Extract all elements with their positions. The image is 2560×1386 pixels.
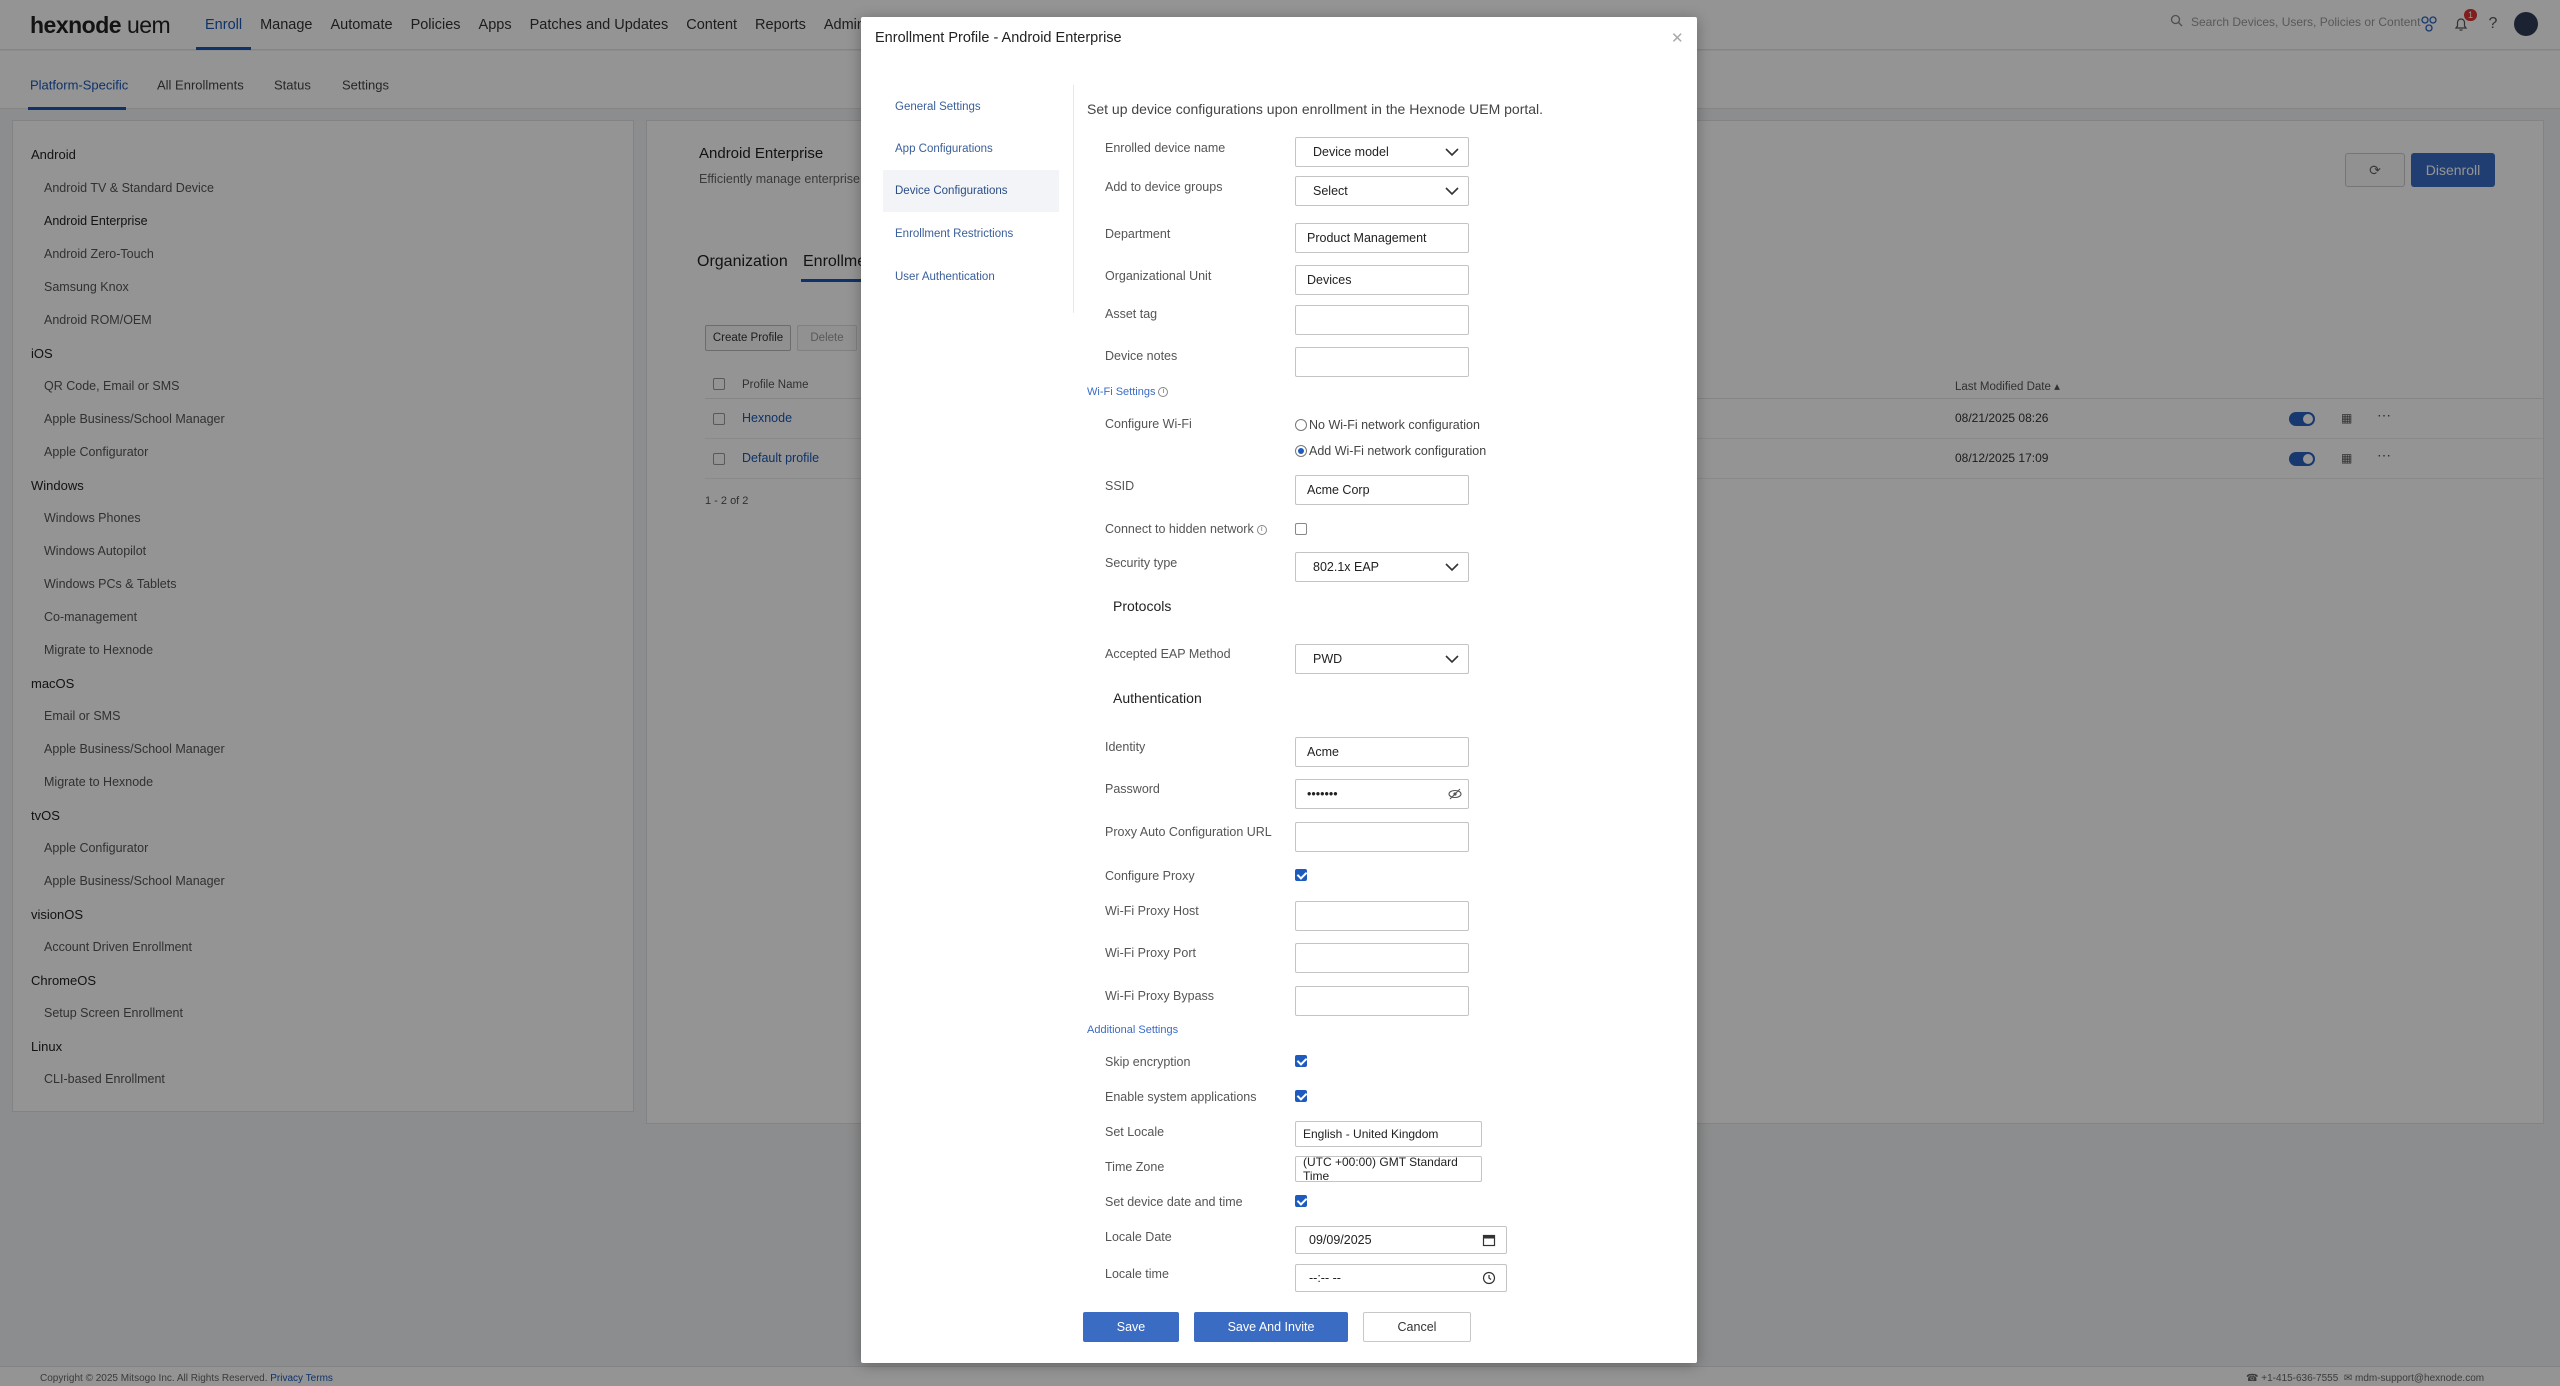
skip-encryption-checkbox[interactable]	[1295, 1055, 1307, 1067]
show-password-icon[interactable]	[1448, 787, 1462, 804]
enrolled-device-name-select[interactable]: Device model	[1295, 137, 1469, 167]
ssid-label: SSID	[1105, 479, 1135, 493]
add-wifi-radio-label[interactable]: Add Wi-Fi network configuration	[1309, 444, 1486, 458]
locale-time-label: Locale time	[1105, 1267, 1169, 1281]
wifi-settings-heading: Wi-Fi Settings i	[1087, 386, 1169, 398]
device-groups-label: Add to device groups	[1105, 180, 1223, 194]
set-datetime-label: Set device date and time	[1105, 1195, 1243, 1209]
info-icon[interactable]: i	[1256, 524, 1267, 535]
time-zone-label: Time Zone	[1105, 1160, 1165, 1174]
close-icon[interactable]: ✕	[1671, 29, 1684, 47]
proxy-host-field[interactable]	[1295, 901, 1469, 931]
chevron-down-icon	[1444, 559, 1460, 578]
proxy-bypass-label: Wi-Fi Proxy Bypass	[1105, 989, 1215, 1003]
protocols-heading: Protocols	[1113, 598, 1172, 614]
security-type-label: Security type	[1105, 556, 1178, 570]
identity-label: Identity	[1105, 740, 1146, 754]
identity-field[interactable]: Acme	[1295, 737, 1469, 767]
info-icon[interactable]: i	[1158, 387, 1169, 398]
enrolled-device-name-label: Enrolled device name	[1105, 141, 1226, 155]
enrollment-profile-modal: Enrollment Profile - Android Enterprise …	[861, 17, 1697, 1363]
configure-proxy-checkbox[interactable]	[1295, 869, 1307, 881]
chevron-down-icon	[1444, 651, 1460, 670]
locale-date-label: Locale Date	[1105, 1230, 1172, 1244]
locale-date-field[interactable]: 09/09/2025	[1295, 1226, 1507, 1254]
skip-encryption-label: Skip encryption	[1105, 1055, 1191, 1069]
organizational-unit-field[interactable]: Devices	[1295, 265, 1469, 295]
authentication-heading: Authentication	[1113, 690, 1202, 706]
eap-method-label: Accepted EAP Method	[1105, 647, 1231, 661]
password-label: Password	[1105, 782, 1160, 796]
hidden-network-label: Connect to hidden network i	[1105, 522, 1267, 536]
eap-method-select[interactable]: PWD	[1295, 644, 1469, 674]
modal-nav-general-settings[interactable]: General Settings	[883, 86, 1059, 128]
system-apps-checkbox[interactable]	[1295, 1090, 1307, 1102]
device-notes-label: Device notes	[1105, 349, 1178, 363]
chevron-down-icon	[1444, 183, 1460, 202]
modal-title: Enrollment Profile - Android Enterprise	[875, 30, 1122, 46]
modal-nav-divider	[1073, 85, 1074, 313]
hidden-network-checkbox[interactable]	[1295, 523, 1307, 535]
device-notes-field[interactable]	[1295, 347, 1469, 377]
modal-nav-device-configurations[interactable]: Device Configurations	[883, 170, 1059, 212]
proxy-host-label: Wi-Fi Proxy Host	[1105, 904, 1199, 918]
configure-wifi-label: Configure Wi-Fi	[1105, 417, 1192, 431]
department-label: Department	[1105, 227, 1171, 241]
proxy-port-label: Wi-Fi Proxy Port	[1105, 946, 1196, 960]
proxy-bypass-field[interactable]	[1295, 986, 1469, 1016]
add-wifi-radio[interactable]	[1295, 445, 1307, 457]
modal-intro-text: Set up device configurations upon enroll…	[1087, 101, 1544, 117]
ssid-field[interactable]: Acme Corp	[1295, 475, 1469, 505]
locale-time-field[interactable]: --:-- --	[1295, 1264, 1507, 1292]
cancel-button[interactable]: Cancel	[1363, 1312, 1471, 1342]
save-button[interactable]: Save	[1083, 1312, 1179, 1342]
system-apps-label: Enable system applications	[1105, 1090, 1257, 1104]
locale-select[interactable]: English - United Kingdom	[1295, 1121, 1482, 1147]
time-zone-select[interactable]: (UTC +00:00) GMT Standard Time	[1295, 1155, 1482, 1183]
organizational-unit-label: Organizational Unit	[1105, 269, 1212, 283]
save-and-invite-button[interactable]: Save And Invite	[1194, 1312, 1348, 1342]
no-wifi-radio[interactable]	[1295, 419, 1307, 431]
calendar-icon[interactable]	[1482, 1233, 1496, 1250]
modal-nav-enrollment-restrictions[interactable]: Enrollment Restrictions	[883, 213, 1059, 255]
proxy-pac-label: Proxy Auto Configuration URL	[1105, 825, 1272, 839]
configure-proxy-label: Configure Proxy	[1105, 869, 1195, 883]
password-field[interactable]: •••••••	[1295, 779, 1469, 809]
device-groups-select[interactable]: Select	[1295, 176, 1469, 206]
set-locale-label: Set Locale	[1105, 1125, 1165, 1139]
asset-tag-field[interactable]	[1295, 305, 1469, 335]
chevron-down-icon	[1444, 144, 1460, 163]
modal-nav-user-authentication[interactable]: User Authentication	[883, 256, 1059, 298]
modal-nav-app-configurations[interactable]: App Configurations	[883, 128, 1059, 170]
asset-tag-label: Asset tag	[1105, 307, 1158, 321]
no-wifi-radio-label[interactable]: No Wi-Fi network configuration	[1309, 418, 1480, 432]
proxy-pac-field[interactable]	[1295, 822, 1469, 852]
security-type-select[interactable]: 802.1x EAP	[1295, 552, 1469, 582]
clock-icon[interactable]	[1482, 1271, 1496, 1288]
proxy-port-field[interactable]	[1295, 943, 1469, 973]
additional-settings-heading: Additional Settings	[1087, 1024, 1179, 1036]
set-datetime-checkbox[interactable]	[1295, 1195, 1307, 1207]
department-field[interactable]: Product Management	[1295, 223, 1469, 253]
